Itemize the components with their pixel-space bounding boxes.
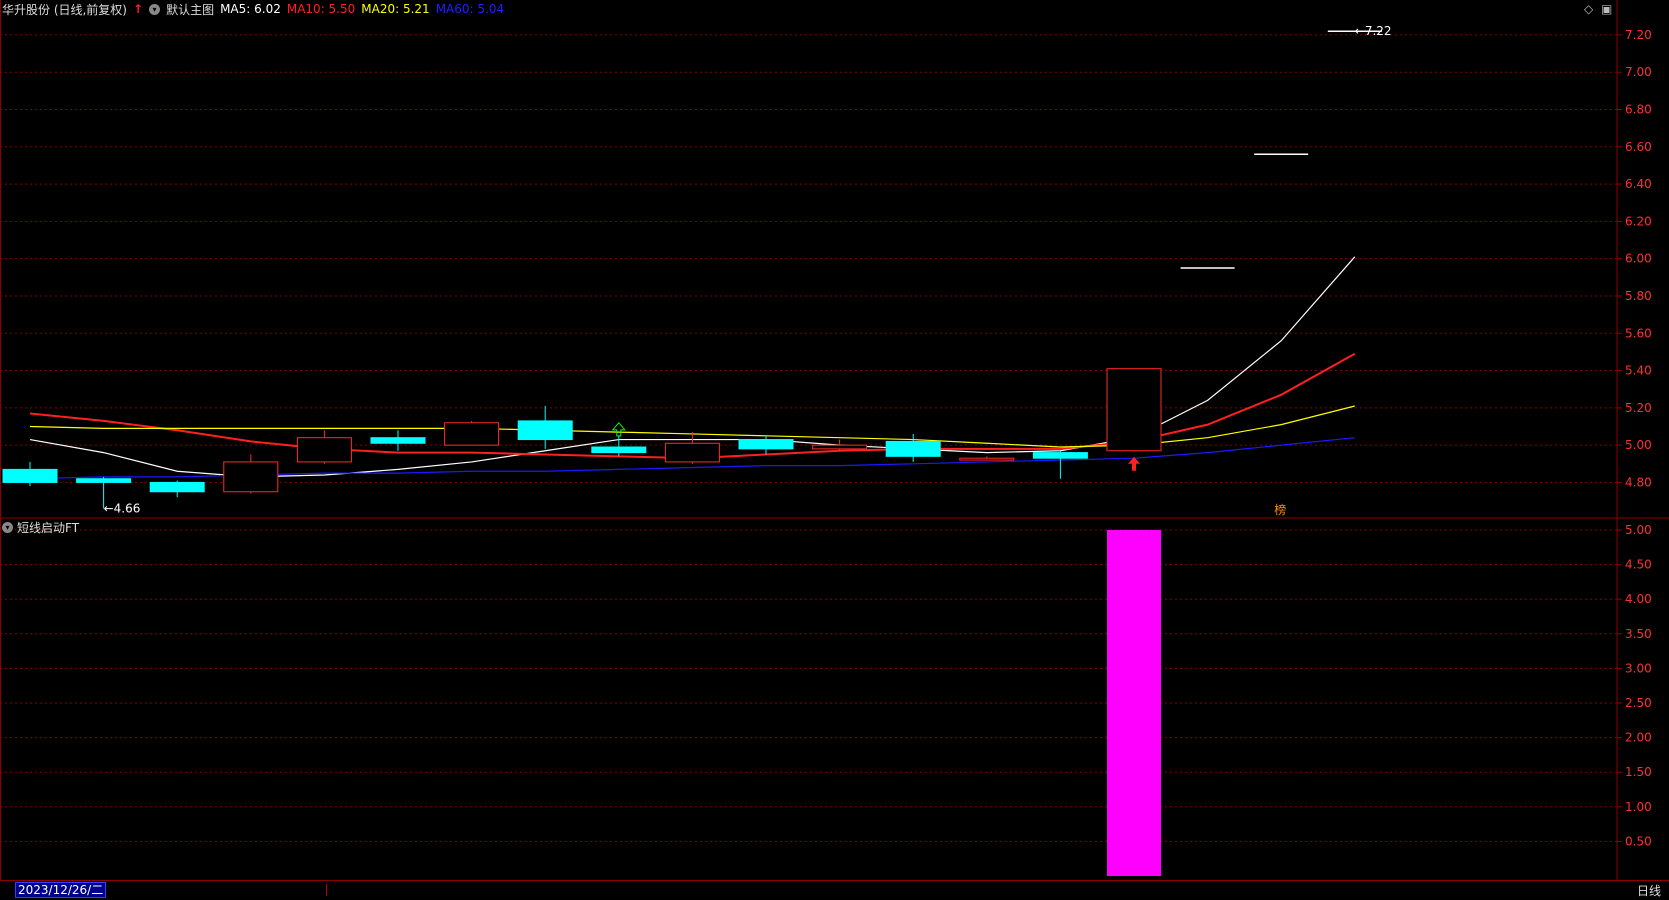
candle-body [2, 468, 58, 483]
candle-body [591, 446, 647, 454]
candle [296, 430, 352, 464]
price-annotation: ←7.22 [1355, 24, 1392, 38]
ma60-label: MA60: 5.04 [435, 2, 505, 16]
candle-body [885, 440, 941, 457]
cursor-date: 2023/12/26/二 [15, 882, 107, 898]
candle-body [76, 478, 132, 483]
candle-body [370, 437, 426, 444]
candle-body [738, 439, 794, 450]
sub-settings-icon[interactable]: ▾ [2, 522, 13, 533]
cursor-marker [326, 884, 327, 896]
candle [738, 435, 794, 455]
price-tick-label: 7.00 [1625, 65, 1652, 79]
settings-dropdown-icon[interactable]: ▾ [149, 3, 161, 15]
candle [885, 433, 941, 462]
price-tick-label: 5.40 [1625, 364, 1652, 378]
candle-body [812, 444, 868, 450]
indicator-tick-label: 4.00 [1625, 592, 1652, 606]
price-tick-label: 4.80 [1625, 475, 1652, 489]
candle [2, 461, 58, 487]
candle [664, 432, 720, 464]
indicator-tick-label: 1.50 [1625, 765, 1652, 779]
price-tick-label: 5.20 [1625, 401, 1652, 415]
candle-body [296, 437, 352, 463]
candle-body [664, 442, 720, 463]
main-indicator-label[interactable]: 默认主图 [166, 1, 214, 18]
price-tick-label: 6.00 [1625, 252, 1652, 266]
price-tick-label: 7.20 [1625, 28, 1652, 42]
candle [1032, 450, 1088, 479]
ma5-label: MA5: 6.02 [220, 2, 281, 16]
price-tick-label: 6.60 [1625, 140, 1652, 154]
main-chart-header: 华升股份 (日线,前复权) ↑ ▾ 默认主图 MA5: 6.02 MA10: 5… [0, 0, 510, 18]
price-tick-label: 6.20 [1625, 214, 1652, 228]
diamond-icon[interactable]: ◇ [1584, 2, 1593, 16]
bottom-bar [0, 880, 1669, 900]
stock-title[interactable]: 华升股份 (日线,前复权) [2, 1, 127, 18]
candle [223, 454, 279, 494]
indicator-tick-label: 4.50 [1625, 558, 1652, 572]
indicator-tick-label: 1.00 [1625, 800, 1652, 814]
signal-arrow-icon [611, 422, 626, 437]
sub-panel-header: ▾ 短线启动FT [2, 519, 79, 536]
candle [1106, 368, 1162, 452]
price-tick-label: 5.80 [1625, 289, 1652, 303]
candle-body [223, 461, 279, 493]
sub-panel-title[interactable]: 短线启动FT [17, 519, 79, 536]
rank-marker: 榜 [1274, 502, 1286, 517]
candle-body [1106, 368, 1162, 452]
price-tick-label: 5.00 [1625, 438, 1652, 452]
candle [812, 439, 868, 451]
window-toggle-icon[interactable]: ▣ [1601, 2, 1612, 16]
price-tick-label: 6.80 [1625, 103, 1652, 117]
indicator-tick-label: 0.50 [1625, 834, 1652, 848]
indicator-tick-label: 3.00 [1625, 661, 1652, 675]
indicator-tick-label: 5.00 [1625, 523, 1652, 537]
signal-bar [1107, 530, 1161, 876]
candle [444, 420, 500, 446]
indicator-tick-label: 2.50 [1625, 696, 1652, 710]
period-label[interactable]: 日线 [1637, 882, 1661, 899]
candle [959, 456, 1015, 461]
candle [517, 405, 573, 449]
candle-body [149, 481, 205, 493]
indicator-tick-label: 2.00 [1625, 731, 1652, 745]
ma10-label: MA10: 5.50 [286, 2, 356, 16]
candle [370, 430, 426, 451]
candle-body [444, 422, 500, 446]
candle-body [959, 457, 1015, 461]
candle-body [1032, 452, 1088, 459]
candle-body [517, 420, 573, 441]
price-annotation: ←4.66 [104, 502, 141, 516]
candle [149, 480, 205, 498]
price-tick-label: 6.40 [1625, 177, 1652, 191]
ma20-label: MA20: 5.21 [361, 2, 430, 16]
price-tick-label: 5.60 [1625, 326, 1652, 340]
chart-canvas[interactable]: 4.80 5.00 5.20 5.40 5.60 5.80 6.00 6.20 6.40 6.60… [0, 0, 1669, 899]
up-arrow-icon: ↑ [133, 2, 144, 16]
indicator-tick-label: 3.50 [1625, 627, 1652, 641]
candle [591, 435, 647, 457]
